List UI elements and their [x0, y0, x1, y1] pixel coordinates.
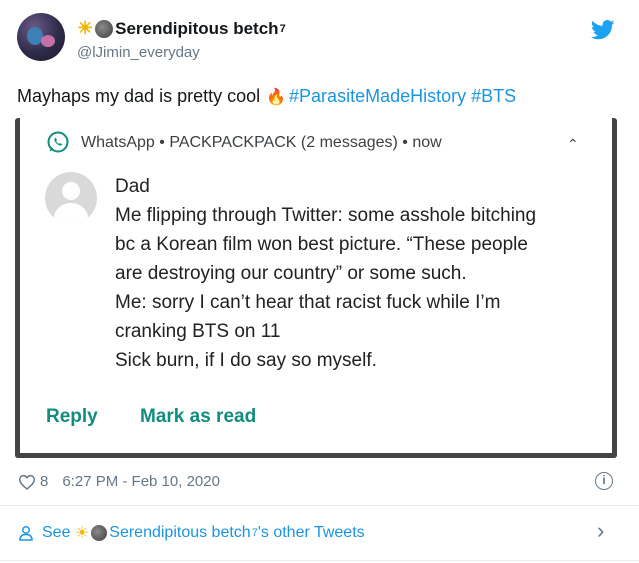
- whatsapp-icon: [47, 131, 69, 153]
- tweet-image-notification-card[interactable]: [17, 120, 616, 458]
- mark-as-read-button[interactable]: Mark as read: [140, 406, 256, 428]
- divider: [0, 505, 639, 506]
- group-name: PACKPACKPACK (2 messages): [169, 134, 398, 151]
- moon-emoji-icon: [91, 525, 108, 541]
- notification-header: WhatsApp • PACKPACKPACK (2 messages) • n…: [81, 134, 442, 151]
- fire-emoji-icon: 🔥: [266, 88, 287, 106]
- hashtag-parasite[interactable]: #ParasiteMadeHistory: [289, 86, 466, 107]
- moon-emoji-icon: [95, 19, 114, 38]
- sun-emoji-icon: ☀: [74, 525, 90, 542]
- message-line: Me: sorry I can’t hear that racist fuck …: [115, 292, 501, 313]
- message-line: Sick burn, if I do say so myself.: [115, 350, 377, 371]
- tweet-timestamp[interactable]: 6:27 PM - Feb 10, 2020: [62, 473, 220, 490]
- see-other-tweets-link[interactable]: See ☀ Serendipitous betch 7 's other Twe…: [18, 523, 365, 543]
- contact-avatar: [45, 172, 97, 224]
- heart-icon[interactable]: [18, 474, 36, 490]
- reply-button[interactable]: Reply: [46, 406, 98, 428]
- tweet-body: Mayhaps my dad is pretty cool: [17, 86, 261, 106]
- app-name: WhatsApp: [81, 134, 155, 151]
- like-count[interactable]: 8: [40, 473, 48, 490]
- author-name[interactable]: ☀ Serendipitous betch 7: [77, 18, 286, 39]
- card-border-right: [612, 118, 617, 458]
- chevron-up-icon[interactable]: ⌃: [567, 136, 579, 153]
- card-border-bottom: [15, 453, 617, 458]
- chevron-right-icon[interactable]: ›: [597, 518, 604, 544]
- info-icon[interactable]: i: [595, 472, 613, 490]
- divider: [0, 560, 639, 561]
- sun-emoji-icon: ☀: [77, 18, 94, 38]
- tweet-meta: 8 6:27 PM - Feb 10, 2020: [18, 473, 220, 490]
- message-line: are destroying our country” or some such…: [115, 263, 467, 284]
- message-line: bc a Korean film won best picture. “Thes…: [115, 234, 528, 255]
- tweet-text: Mayhaps my dad is pretty cool 🔥 #Parasit…: [17, 86, 516, 107]
- message-line: Me flipping through Twitter: some asshol…: [115, 205, 537, 226]
- hashtag-bts[interactable]: #BTS: [471, 86, 516, 107]
- author-name-superscript: 7: [279, 22, 286, 35]
- author-name-text: Serendipitous betch: [115, 18, 279, 38]
- twitter-bird-icon[interactable]: [591, 20, 615, 40]
- card-border-left: [15, 118, 20, 458]
- notification-time: now: [412, 134, 442, 151]
- author-handle[interactable]: @lJimin_everyday: [77, 44, 200, 61]
- author-avatar[interactable]: [17, 13, 65, 61]
- person-icon: [19, 526, 33, 541]
- message-sender: Dad: [115, 176, 150, 197]
- message-line: cranking BTS on 11: [115, 321, 281, 342]
